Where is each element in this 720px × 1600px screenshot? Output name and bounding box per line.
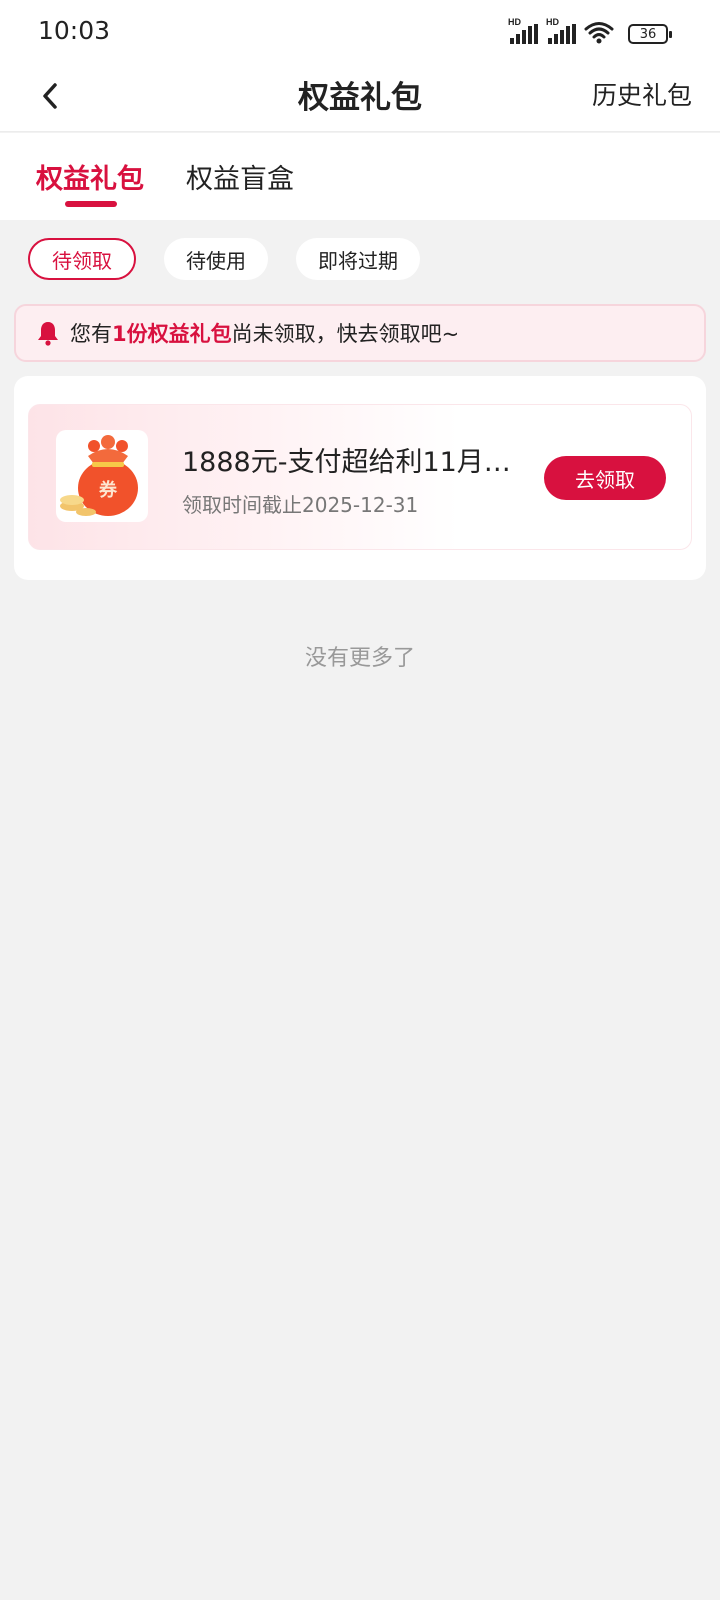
tab-benefit-gift[interactable]: 权益礼包	[36, 157, 144, 196]
coupon-bag-icon: 券	[56, 430, 148, 522]
tab-bar: 权益礼包 权益盲盒	[0, 133, 720, 220]
chip-expiring[interactable]: 即将过期	[296, 238, 420, 280]
battery-icon: 36	[628, 24, 672, 44]
gift-deadline: 领取时间截止2025-12-31	[182, 493, 419, 517]
battery-level: 36	[639, 26, 657, 42]
header: 权益礼包 历史礼包	[0, 60, 720, 132]
chip-to-claim[interactable]: 待领取	[28, 238, 136, 280]
status-bar: 10:03 HD HD 36	[0, 0, 720, 60]
filter-chips: 待领取 待使用 即将过期	[28, 238, 420, 280]
gift-title: 1888元-支付超给利11月…	[182, 447, 511, 478]
history-gifts-link[interactable]: 历史礼包	[592, 76, 692, 112]
wifi-icon	[584, 22, 614, 44]
notice-highlight: 1份权益礼包	[112, 322, 232, 346]
gift-card: 券 1888元-支付超给利11月… 领取时间截止2025-12-31 去领取	[14, 376, 706, 580]
status-icons: HD HD 36	[508, 17, 672, 44]
tab-blind-box[interactable]: 权益盲盒	[186, 157, 294, 196]
bell-icon	[38, 322, 58, 346]
tab-indicator	[65, 201, 117, 207]
notice-banner: 您有 1份权益礼包 尚未领取，快去领取吧~	[14, 304, 706, 362]
status-time: 10:03	[38, 16, 111, 45]
coupon-label: 券	[98, 479, 118, 501]
signal-icon: HD	[508, 17, 538, 44]
no-more-text: 没有更多了	[304, 646, 415, 671]
notice-prefix: 您有	[70, 322, 112, 346]
signal-icon: HD	[546, 17, 576, 44]
notice-suffix: 尚未领取，快去领取吧~	[231, 322, 460, 346]
claim-button[interactable]: 去领取	[544, 456, 666, 500]
chip-to-use[interactable]: 待使用	[164, 238, 268, 280]
